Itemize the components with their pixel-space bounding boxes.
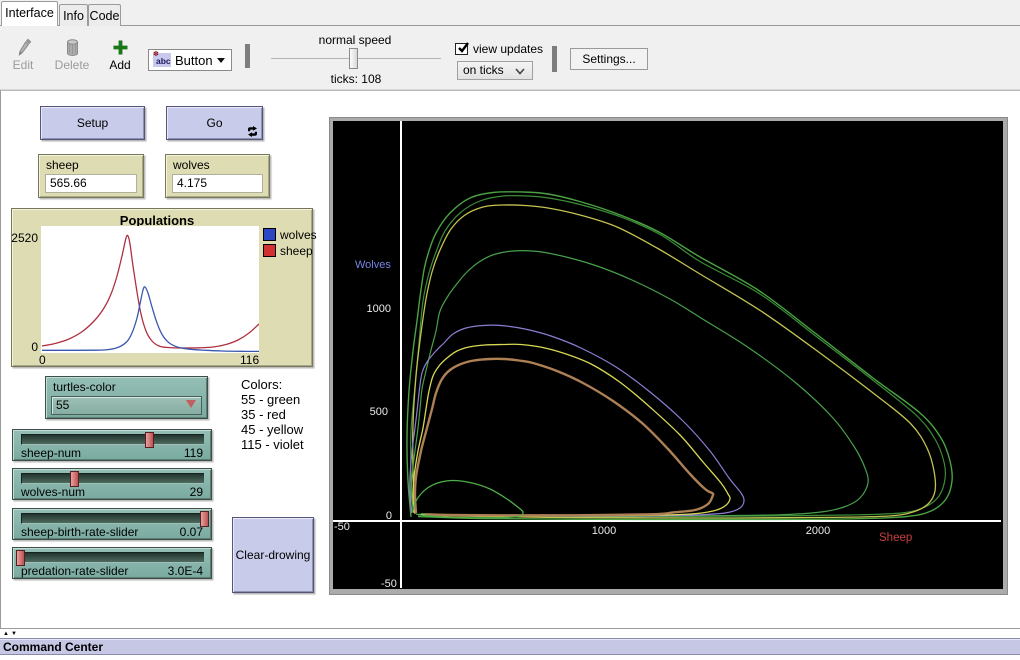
svg-text:-50: -50 <box>334 521 350 533</box>
svg-text:1000: 1000 <box>367 303 391 315</box>
svg-text:Wolves: Wolves <box>355 259 391 271</box>
svg-text:-50: -50 <box>381 578 397 588</box>
svg-text:2000: 2000 <box>806 525 830 537</box>
svg-text:0: 0 <box>386 510 392 522</box>
svg-text:500: 500 <box>370 406 388 418</box>
svg-text:1000: 1000 <box>592 525 616 537</box>
svg-text:Sheep: Sheep <box>879 532 912 544</box>
